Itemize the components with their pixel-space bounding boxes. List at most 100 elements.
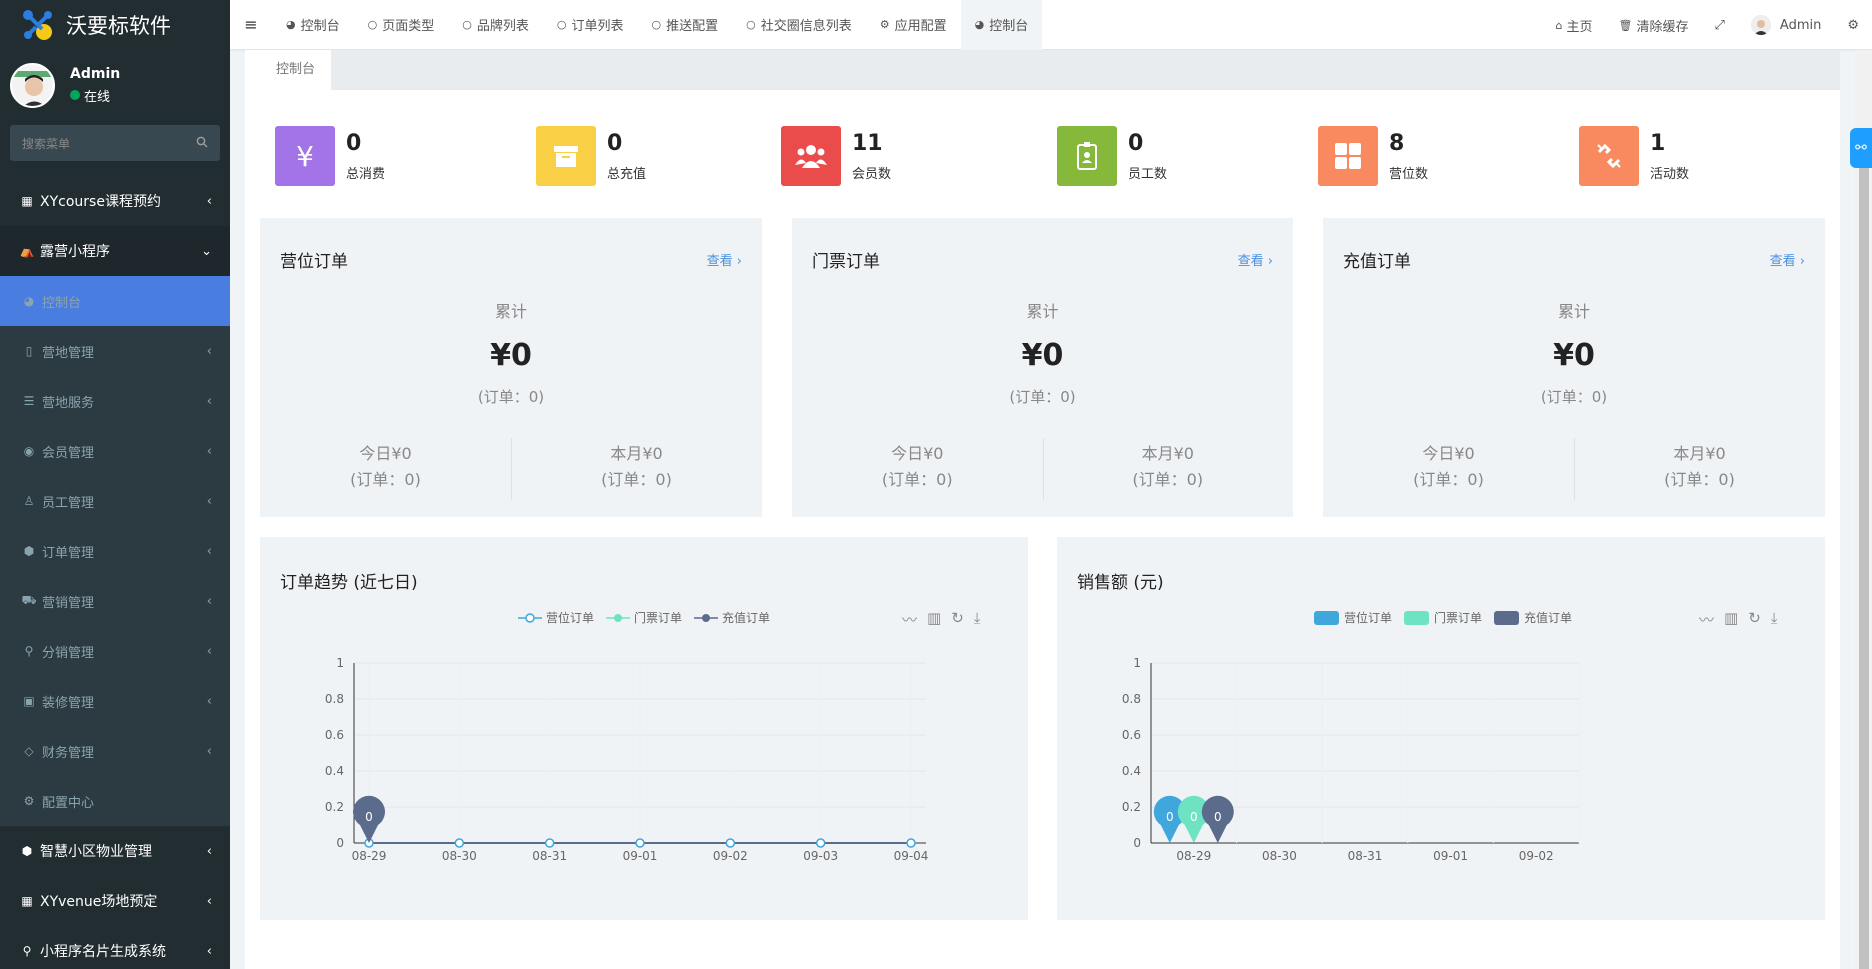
today-amount: 今日¥0: [891, 444, 944, 463]
legend-item[interactable]: 门票订单: [1404, 609, 1482, 626]
data-point: [544, 838, 555, 848]
fullscreen-icon[interactable]: ⤢: [1702, 18, 1738, 33]
stat-label: 活动数: [1650, 166, 1690, 182]
y-tick-label: 0.4: [325, 764, 344, 778]
x-tick-label: 08-30: [442, 849, 477, 863]
download-icon[interactable]: ⤓: [1771, 609, 1778, 630]
archive-icon: [536, 126, 596, 186]
total-amount: ¥0: [1021, 338, 1064, 373]
month-summary: 本月¥0 (订单：0): [511, 441, 762, 493]
marker-pin: [1153, 795, 1186, 843]
sidebar-item-campsite[interactable]: ▯ 营地管理 ‹: [0, 326, 230, 376]
sidebar-item-orders[interactable]: ⬢ 订单管理 ‹: [0, 526, 230, 576]
sidebar-item-venue[interactable]: ▦ XYvenue场地预定 ‹: [0, 876, 230, 926]
stat-label: 员工数: [1128, 166, 1168, 182]
sidebar-item-distribution[interactable]: ⚲ 分销管理 ‹: [0, 626, 230, 676]
chevron-left-icon: ‹: [206, 443, 212, 459]
sidebar-item-camp-service[interactable]: ☰ 营地服务 ‹: [0, 376, 230, 426]
view-link[interactable]: 查看 ›: [707, 250, 742, 269]
panel-camp-orders: 营位订单 查看 › 累计 ¥0 (订单：0) 今日¥0 (订单：0) 本月¥0 (订…: [260, 218, 762, 517]
pin-icon: ⚲: [22, 944, 32, 958]
clear-cache-button[interactable]: 🗑 清除缓存: [1606, 16, 1702, 35]
refresh-icon[interactable]: ↻: [1748, 609, 1761, 630]
total-label: 累计: [1026, 302, 1059, 321]
tab-label: 控制台: [300, 19, 340, 34]
sidebar-item-config[interactable]: ⚙ 配置中心: [0, 776, 230, 826]
home-link[interactable]: ⌂ 主页: [1543, 16, 1606, 35]
chevron-down-icon: ⌄: [201, 243, 212, 259]
user-icon: ♙: [23, 494, 35, 508]
tab-push-config[interactable]: ○ 推送配置: [638, 0, 733, 50]
y-tick-label: 0.6: [1122, 728, 1141, 742]
view-link[interactable]: 查看 ›: [1238, 250, 1273, 269]
line-chart-icon[interactable]: 〰: [902, 609, 917, 630]
sidebar-item-decoration[interactable]: ▣ 装修管理 ‹: [0, 676, 230, 726]
legend-item[interactable]: 营位订单: [1314, 609, 1392, 626]
scrollbar-thumb[interactable]: [1859, 145, 1869, 969]
sidebar-item-label: XYcourse课程预约: [40, 194, 161, 210]
user-status-label: 在线: [84, 89, 111, 105]
bar-chart-icon[interactable]: ▥: [1724, 609, 1738, 630]
stat-total-consumption: ¥ 0 总消费: [275, 126, 385, 186]
badge-icon: [1057, 126, 1117, 186]
link-icon[interactable]: ⚯: [1850, 128, 1872, 168]
sidebar-item-finance[interactable]: ◇ 财务管理 ‹: [0, 726, 230, 776]
chevron-left-icon: ‹: [206, 393, 212, 409]
tab-dashboard-active[interactable]: ◕ 控制台: [960, 0, 1043, 50]
stat-camp-spots: 8 营位数: [1318, 126, 1428, 186]
chart-sales: 销售额 (元) 营位订单 门票订单 充值订单 〰 ▥ ↻ ⤓ 0 0.2 0.4 0.…: [1057, 537, 1825, 920]
marker-pin: [1201, 795, 1234, 843]
tab-social[interactable]: ○ 社交圈信息列表: [732, 0, 866, 50]
scrollbar[interactable]: [1855, 50, 1872, 969]
today-orders: (订单：0): [350, 470, 421, 489]
marker-label: 0: [1214, 810, 1222, 824]
chevron-left-icon: ‹: [206, 843, 212, 859]
settings-gears-icon[interactable]: ⚙: [1834, 18, 1872, 33]
stat-label: 总充值: [607, 166, 647, 182]
sidebar-item-xycourse[interactable]: ▦ XYcourse课程预约 ‹: [0, 176, 230, 226]
line-chart-icon[interactable]: 〰: [1699, 609, 1714, 630]
legend-item[interactable]: 充值订单: [694, 609, 770, 626]
sidebar-item-card[interactable]: ⚲ 小程序名片生成系统 ‹: [0, 926, 230, 969]
sidebar-item-marketing[interactable]: ⛟ 营销管理 ‹: [0, 576, 230, 626]
sidebar-item-property[interactable]: ⬢ 智慧小区物业管理 ‹: [0, 826, 230, 876]
sidebar-item-members[interactable]: ◉ 会员管理 ‹: [0, 426, 230, 476]
tab-dashboard[interactable]: ◕ 控制台: [272, 0, 354, 50]
gear-icon: ⚙: [879, 18, 890, 31]
user-menu[interactable]: Admin: [1738, 15, 1834, 35]
bar-chart-icon[interactable]: ▥: [927, 609, 941, 630]
marker-pin: [353, 795, 385, 843]
grid-icon: ▦: [21, 194, 33, 208]
stat-staff: 0 员工数: [1057, 126, 1167, 186]
sitemap-icon: ⚲: [24, 644, 34, 658]
view-link[interactable]: 查看 ›: [1770, 250, 1805, 269]
map-icon: ▯: [25, 344, 33, 358]
tab-page-types[interactable]: ○ 页面类型: [354, 0, 449, 50]
tab-orders[interactable]: ○ 订单列表: [543, 0, 638, 50]
sidebar-item-dashboard[interactable]: ◕ 控制台: [0, 276, 230, 326]
stat-activities: 1 活动数: [1579, 126, 1689, 186]
legend-item[interactable]: 门票订单: [606, 609, 682, 626]
cart-icon: ⛟: [21, 593, 37, 607]
sidebar-item-label: XYvenue场地预定: [40, 894, 158, 910]
total-orders: (订单：0): [477, 388, 545, 406]
sidebar-item-label: 配置中心: [42, 795, 95, 811]
refresh-icon[interactable]: ↻: [951, 609, 964, 630]
today-amount: 今日¥0: [359, 444, 412, 463]
download-icon[interactable]: ⤓: [974, 609, 981, 630]
breadcrumb-tab[interactable]: 控制台: [260, 50, 332, 90]
sidebar-item-camping[interactable]: ⛺ 露营小程序 ⌄: [0, 226, 230, 276]
sidebar-item-label: 分销管理: [42, 645, 95, 661]
legend-item[interactable]: 充值订单: [1494, 609, 1572, 626]
menu-toggle-icon[interactable]: ≡: [230, 15, 272, 34]
tab-brands[interactable]: ○ 品牌列表: [448, 0, 543, 50]
tab-app-config[interactable]: ⚙ 应用配置: [866, 0, 961, 50]
legend-item[interactable]: 营位订单: [518, 609, 594, 626]
x-tick-label: 09-04: [894, 849, 929, 863]
stat-members: 11 会员数: [781, 126, 891, 186]
search-input[interactable]: 搜索菜单: [10, 125, 220, 161]
chevron-left-icon: ‹: [206, 893, 212, 909]
search-icon[interactable]: [196, 136, 208, 151]
month-amount: 本月¥0: [610, 444, 663, 463]
sidebar-item-staff[interactable]: ♙ 员工管理 ‹: [0, 476, 230, 526]
